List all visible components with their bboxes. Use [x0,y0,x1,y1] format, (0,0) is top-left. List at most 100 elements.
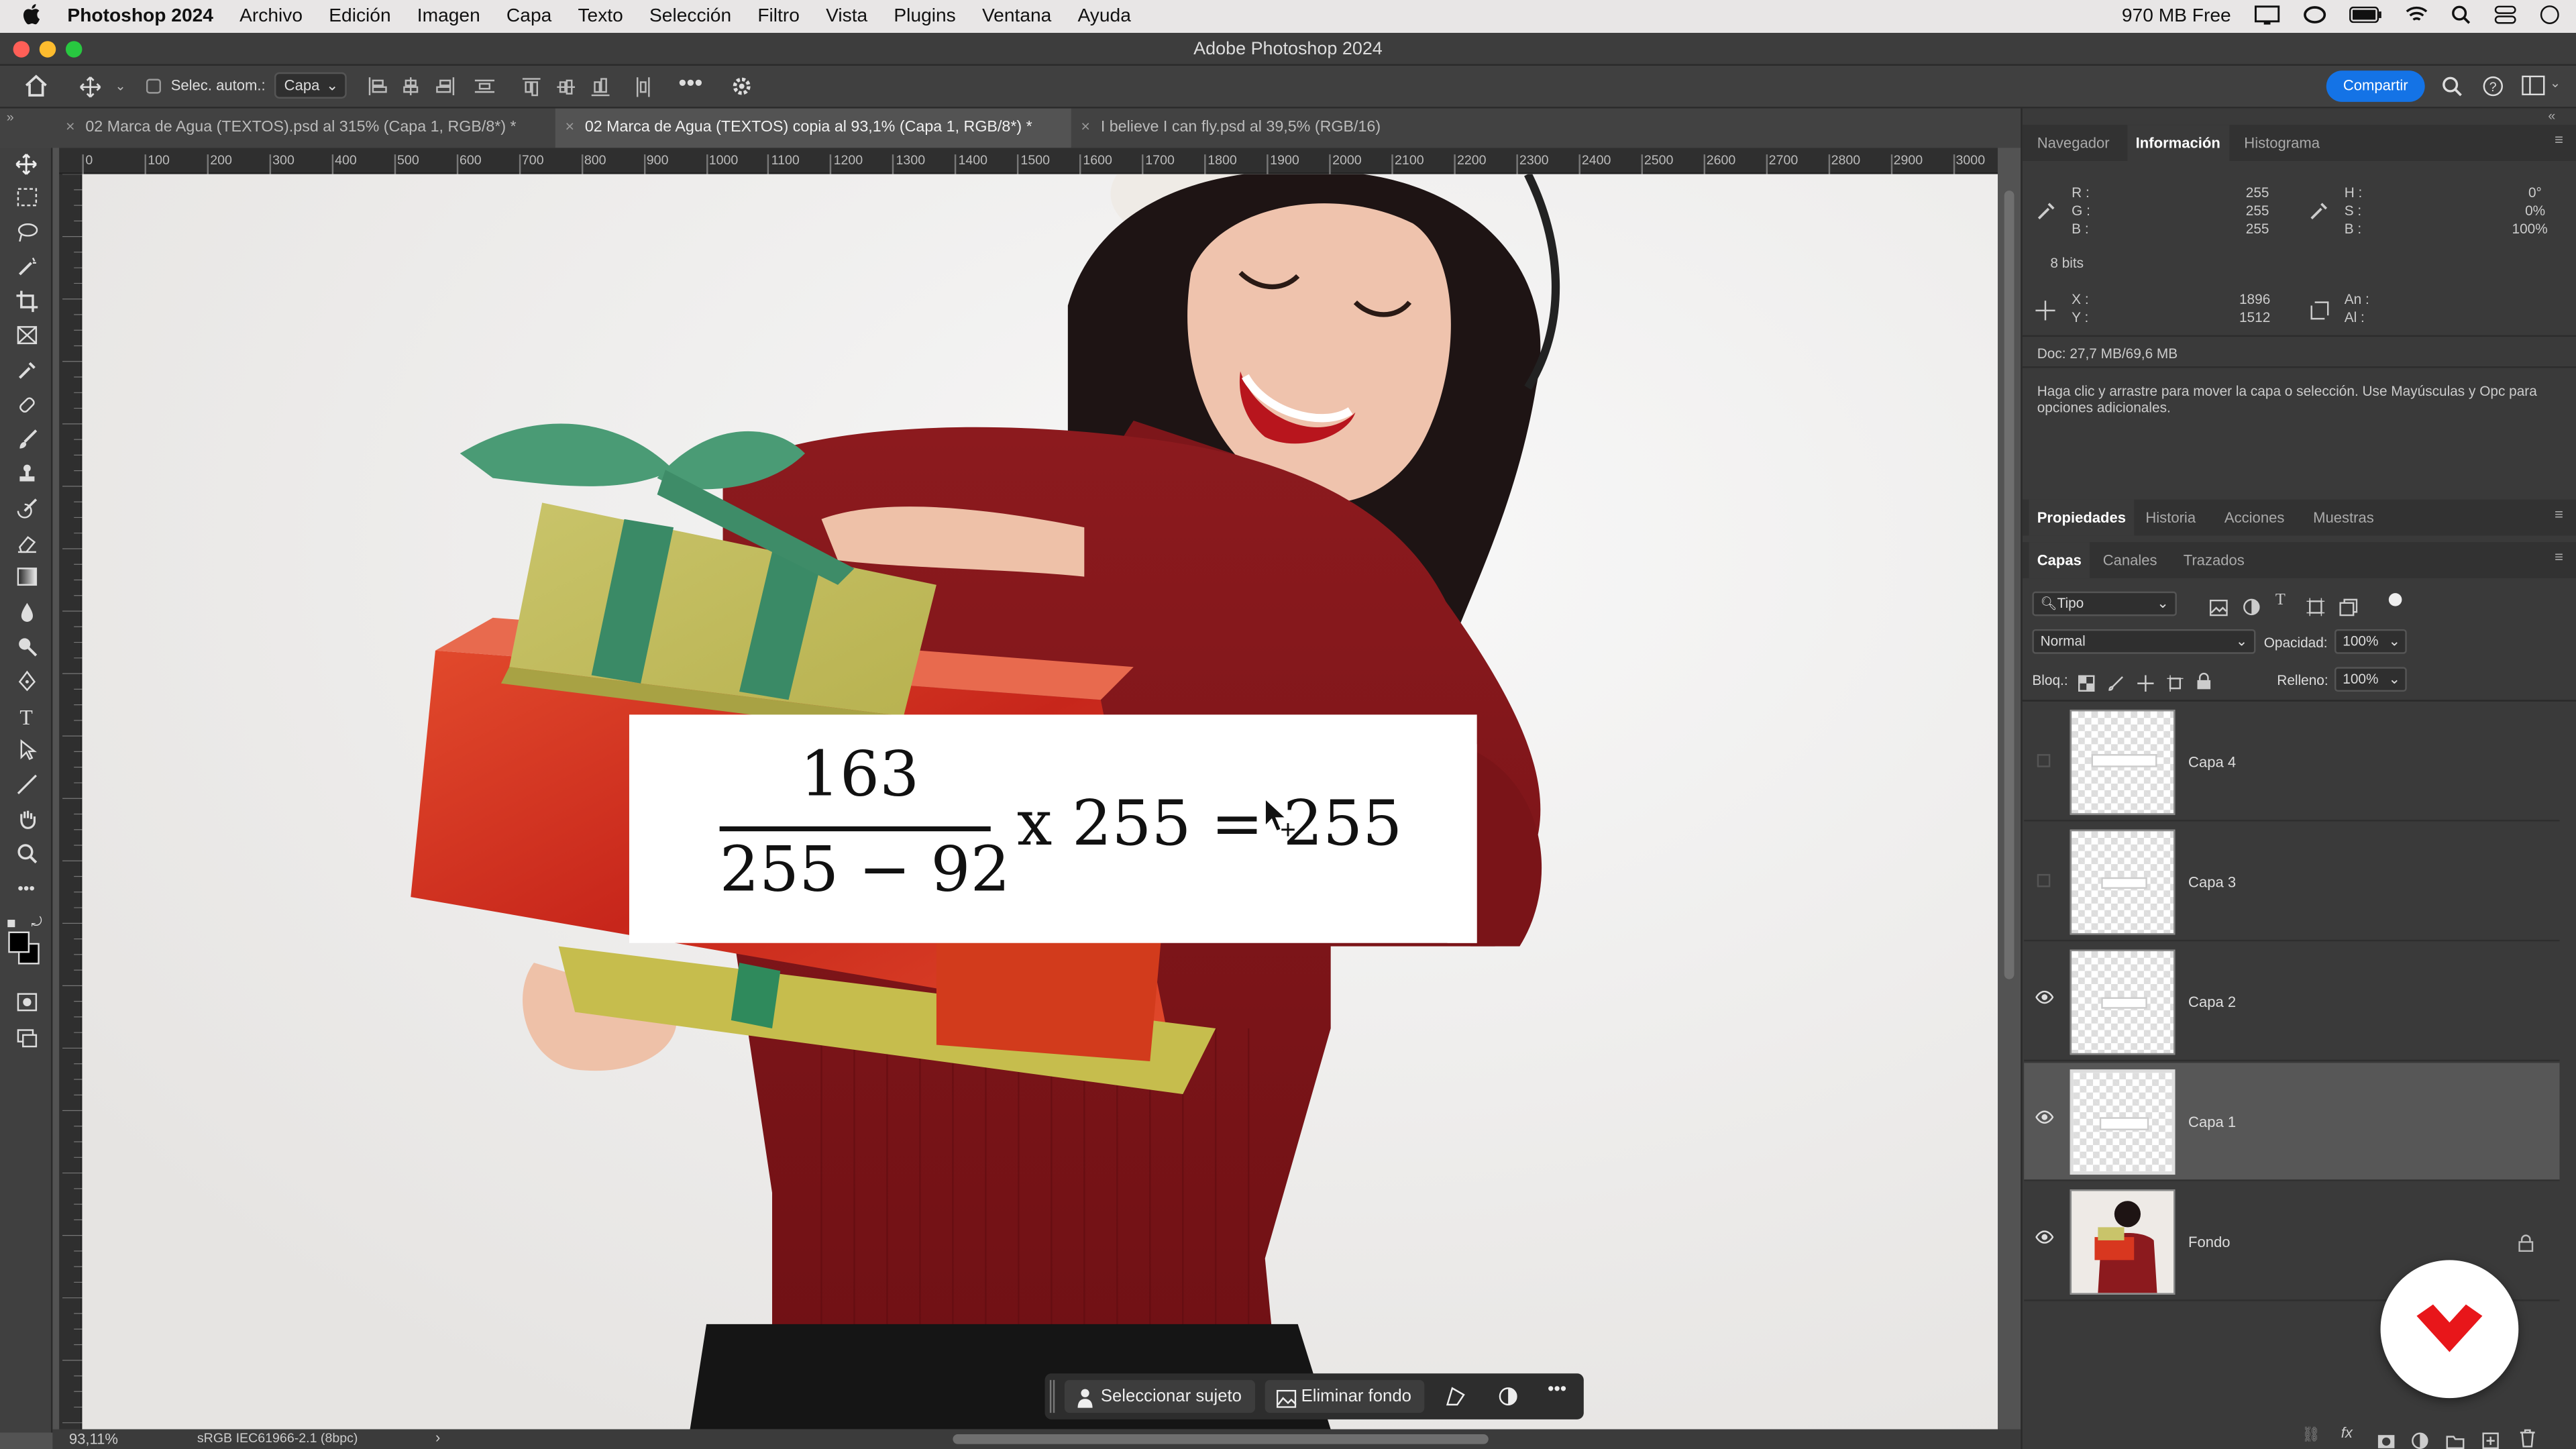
object-selection-tool-icon[interactable] [13,256,40,282]
distribute-icon[interactable] [474,77,495,99]
app-menu[interactable]: Photoshop 2024 [54,7,227,26]
menu-seleccion[interactable]: Selección [636,7,744,26]
menu-plugins[interactable]: Plugins [881,7,969,26]
vertical-scrollbar[interactable] [1999,174,2021,1430]
blur-tool-icon[interactable] [13,601,40,627]
color-swatches[interactable]: ◼ ⤾ [7,915,46,966]
layer-name[interactable]: Capa 3 [2188,823,2236,941]
collapse-panel-icon[interactable]: » [7,109,14,128]
gear-icon[interactable] [731,76,753,101]
drag-handle[interactable] [1049,1380,1055,1413]
collapse-panel-icon[interactable]: « [2548,109,2555,123]
transform-icon[interactable] [1446,1387,1465,1411]
tab-canales[interactable]: Canales [2094,542,2165,578]
line-tool-icon[interactable] [13,773,40,800]
align-left-icon[interactable] [368,77,388,99]
scrollbar-thumb[interactable] [2004,191,2015,979]
screen-mode-icon[interactable] [13,1028,40,1055]
dodge-tool-icon[interactable] [13,636,40,662]
filter-toggle-icon[interactable] [2388,593,2402,606]
visibility-toggle-off[interactable] [2037,873,2051,888]
filter-shape-icon[interactable] [2306,595,2325,625]
move-tool-icon[interactable] [13,153,40,179]
close-tab-icon[interactable]: × [1081,109,1090,148]
tab-marca-agua-315[interactable]: × 02 Marca de Agua (TEXTOS).psd al 315% … [56,109,555,148]
layer-row-capa-3[interactable]: Capa 3 [2024,822,2560,942]
search-icon[interactable] [2441,76,2463,101]
status-menu-arrow[interactable]: › [435,1430,440,1446]
eye-icon[interactable] [2035,990,2054,1009]
help-icon[interactable]: ? [2482,76,2504,101]
lock-artboard-icon[interactable] [2167,670,2184,700]
wifi-icon[interactable] [2405,5,2428,28]
share-button[interactable]: Compartir [2326,70,2425,102]
layer-row-capa-1[interactable]: Capa 1 [2024,1063,2560,1181]
path-selection-tool-icon[interactable] [13,739,40,765]
creative-cloud-icon[interactable] [2303,4,2326,29]
align-middle-v-icon[interactable] [557,77,576,100]
document-canvas[interactable]: 163 255 − 92 x 255 = 255 [82,174,1998,1430]
opacity-input[interactable]: 100% ⌄ [2334,629,2407,654]
lasso-tool-icon[interactable] [13,222,40,248]
layer-name[interactable]: Capa 4 [2188,703,2236,821]
swap-colors-icon[interactable]: ⤾ [32,915,42,931]
tab-marca-agua-copia[interactable]: × 02 Marca de Agua (TEXTOS) copia al 93,… [555,108,1071,148]
type-tool-icon[interactable]: T [13,705,40,731]
adjustment-icon[interactable] [1498,1387,1517,1411]
battery-icon[interactable] [2349,5,2382,28]
tab-histograma[interactable]: Histograma [2236,125,2328,161]
eye-icon[interactable] [2035,1110,2054,1129]
menu-ventana[interactable]: Ventana [969,7,1065,26]
lock-all-icon[interactable] [2196,669,2211,698]
default-colors-icon[interactable]: ◼ [7,917,16,930]
eraser-tool-icon[interactable] [13,532,40,558]
layer-name[interactable]: Fondo [2188,1183,2231,1301]
marquee-tool-icon[interactable] [13,187,40,213]
remove-background-button[interactable]: Eliminar fondo [1265,1380,1425,1413]
lock-position-icon[interactable] [2137,670,2154,700]
apple-icon[interactable] [0,3,54,30]
tab-capas[interactable]: Capas [2029,542,2090,579]
quick-mask-icon[interactable] [13,992,40,1018]
menu-ayuda[interactable]: Ayuda [1065,7,1144,26]
crop-tool-icon[interactable] [13,290,40,317]
eye-icon[interactable] [2035,1230,2054,1248]
close-tab-icon[interactable]: × [565,109,574,148]
more-options-icon[interactable]: ••• [1548,1380,1566,1399]
gradient-tool-icon[interactable] [13,567,40,593]
user-icon[interactable] [2540,4,2559,29]
chevron-down-icon[interactable]: ⌄ [115,79,125,94]
chevron-down-icon[interactable]: ⌄ [2550,76,2561,91]
distribute-v-icon[interactable] [634,77,652,100]
link-layers-icon[interactable]: ⛓ [2302,1426,2320,1444]
lock-transparent-icon[interactable] [2078,670,2095,700]
layer-style-icon[interactable]: fx [2341,1424,2353,1440]
layer-row-capa-2[interactable]: Capa 2 [2024,943,2560,1062]
align-center-h-icon[interactable] [401,77,421,99]
lock-image-icon[interactable] [2108,670,2124,700]
tab-navegador[interactable]: Navegador [2029,125,2117,161]
layer-filter-dropdown[interactable]: 🔍︎Tipo ⌄ [2032,591,2177,616]
brush-tool-icon[interactable] [13,429,40,455]
tab-propiedades[interactable]: Propiedades [2029,499,2135,536]
horizontal-scrollbar-thumb[interactable] [953,1434,1489,1444]
more-options-icon[interactable]: ••• [678,69,702,95]
tab-historia[interactable]: Historia [2137,499,2204,535]
close-tab-icon[interactable]: × [66,109,75,148]
visibility-toggle-off[interactable] [2037,754,2051,767]
control-center-icon[interactable] [2494,4,2517,29]
pen-tool-icon[interactable] [13,670,40,696]
close-window-button[interactable] [13,41,30,58]
workspace-icon[interactable] [2522,75,2545,99]
new-adjustment-icon[interactable] [2412,1428,2428,1449]
tab-informacion[interactable]: Información [2127,125,2229,162]
hand-tool-icon[interactable] [13,808,40,835]
layer-name[interactable]: Capa 1 [2188,1063,2236,1181]
eyedropper-tool-icon[interactable] [13,360,40,386]
move-tool-preset-icon[interactable] [79,76,102,102]
minimize-window-button[interactable] [39,41,56,58]
fill-input[interactable]: 100% ⌄ [2334,667,2407,692]
filter-smart-object-icon[interactable] [2339,595,2358,625]
menu-filtro[interactable]: Filtro [745,7,813,26]
blend-mode-dropdown[interactable]: Normal ⌄ [2032,629,2256,654]
